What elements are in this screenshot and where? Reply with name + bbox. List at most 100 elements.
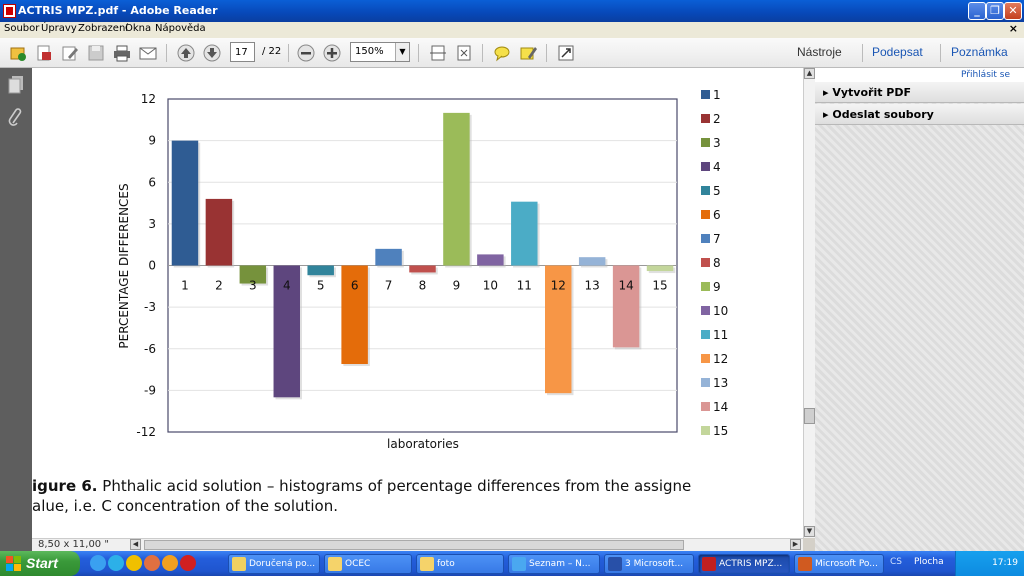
- start-button[interactable]: Start: [0, 551, 80, 576]
- sign-link[interactable]: Podepsat: [872, 45, 923, 59]
- sign-in-link[interactable]: Přihlásit se: [815, 68, 1024, 82]
- comment-icon[interactable]: [492, 43, 512, 63]
- bar-7: [375, 248, 402, 266]
- page-up-icon[interactable]: [176, 43, 196, 63]
- fit-width-icon[interactable]: [428, 43, 448, 63]
- ie-icon[interactable]: [90, 555, 106, 571]
- legend-swatch: [701, 186, 710, 195]
- tools-link[interactable]: Nástroje: [797, 45, 842, 59]
- y-tick-label: 12: [141, 92, 156, 106]
- legend-label: 5: [713, 184, 721, 198]
- legend-label: 6: [713, 208, 721, 222]
- quicklaunch-icon-4[interactable]: [144, 555, 160, 571]
- language-indicator[interactable]: CS: [890, 557, 902, 567]
- legend-swatch: [701, 114, 710, 123]
- zoom-in-icon[interactable]: [322, 43, 342, 63]
- task-seznam[interactable]: Seznam – N...: [508, 554, 600, 574]
- toolbar: [0, 38, 1024, 68]
- menu-napoveda[interactable]: Nápověda: [155, 23, 206, 34]
- legend-label: 4: [713, 160, 721, 174]
- x-tick-label: 13: [585, 279, 600, 293]
- scroll-down-icon[interactable]: ▼: [804, 526, 815, 537]
- scroll-left-icon[interactable]: ◀: [130, 539, 141, 550]
- legend-label: 9: [713, 280, 721, 294]
- y-tick-label: 6: [148, 175, 156, 189]
- highlight-icon[interactable]: [518, 43, 538, 63]
- y-tick-label: -12: [136, 425, 156, 439]
- minimize-button[interactable]: _: [968, 2, 986, 20]
- scroll-up-icon[interactable]: ▲: [804, 68, 815, 79]
- triangle-right-icon: ▸: [823, 108, 833, 121]
- scroll-right-icon[interactable]: ▶: [790, 539, 801, 550]
- powerpoint-icon: [798, 557, 812, 571]
- quicklaunch-icon-5[interactable]: [162, 555, 178, 571]
- create-pdf-panel[interactable]: ▸ Vytvořit PDF: [815, 82, 1024, 103]
- open-icon[interactable]: [8, 43, 28, 63]
- fit-page-icon[interactable]: [454, 43, 474, 63]
- vertical-scrollbar[interactable]: ▲ ▼: [803, 68, 815, 538]
- task-powerpoint[interactable]: Microsoft Po...: [794, 554, 884, 574]
- folder-icon: [328, 557, 342, 571]
- bar-15: [646, 265, 674, 272]
- desktop-toolbar[interactable]: Plocha: [914, 557, 944, 567]
- task-actris[interactable]: ACTRIS MPZ...: [698, 554, 790, 574]
- page-down-icon[interactable]: [202, 43, 222, 63]
- scroll-thumb[interactable]: [804, 408, 815, 424]
- menu-okna[interactable]: Okna: [125, 23, 151, 34]
- browser-icon: [512, 557, 526, 571]
- hscroll-thumb[interactable]: [144, 540, 684, 550]
- system-tray: 17:19: [955, 551, 1024, 576]
- document-close-icon[interactable]: ×: [1009, 22, 1018, 35]
- legend-swatch: [701, 138, 710, 147]
- legend-swatch: [701, 354, 710, 363]
- triangle-right-icon: ▸: [823, 86, 833, 99]
- legend-swatch: [701, 258, 710, 267]
- close-button[interactable]: ✕: [1004, 2, 1022, 20]
- pages-panel-icon[interactable]: [8, 76, 24, 94]
- legend-label: 8: [713, 256, 721, 270]
- task-word[interactable]: 3 Microsoft...: [604, 554, 694, 574]
- title-bar: ACTRIS MPZ.pdf - Adobe Reader _ ❐ ✕: [0, 0, 1024, 22]
- x-tick-label: 6: [351, 279, 359, 293]
- task-dorucena[interactable]: Doručená po...: [228, 554, 320, 574]
- horizontal-scrollbar[interactable]: ◀ ▶: [32, 538, 803, 551]
- quicklaunch-icon-3[interactable]: [126, 555, 142, 571]
- fullscreen-icon[interactable]: [556, 43, 576, 63]
- attachment-icon[interactable]: [8, 108, 24, 126]
- document-view[interactable]: 12 9 6 3 0 -3 -6 -9 -12 1 2 3 4 5 6 7 8 9 10 11 12 13 14 15 12…: [32, 68, 803, 538]
- create-pdf-icon[interactable]: [34, 43, 54, 63]
- pdf-icon: [702, 557, 716, 571]
- legend-label: 14: [713, 400, 728, 414]
- send-files-panel[interactable]: ▸ Odeslat soubory: [815, 104, 1024, 125]
- comment-link[interactable]: Poznámka: [951, 45, 1008, 59]
- quicklaunch-icon-2[interactable]: [108, 555, 124, 571]
- menu-upravy[interactable]: Úpravy: [41, 23, 77, 34]
- bar-8: [409, 265, 436, 273]
- restore-button[interactable]: ❐: [986, 2, 1004, 20]
- x-tick-label: 8: [419, 279, 427, 293]
- legend-label: 13: [713, 376, 728, 390]
- legend-swatch: [701, 378, 710, 387]
- legend-swatch: [701, 402, 710, 411]
- mail-icon: [232, 557, 246, 571]
- email-icon[interactable]: [138, 43, 158, 63]
- legend-label: 11: [713, 328, 728, 342]
- task-ocec[interactable]: OCEC: [324, 554, 412, 574]
- menu-soubor[interactable]: Soubor: [4, 23, 39, 34]
- save-icon[interactable]: [86, 43, 106, 63]
- chevron-down-icon[interactable]: ▼: [395, 43, 409, 61]
- quicklaunch-icon-6[interactable]: [180, 555, 196, 571]
- zoom-select[interactable]: 150% ▼: [350, 42, 410, 62]
- zoom-out-icon[interactable]: [296, 43, 316, 63]
- edit-icon[interactable]: [60, 43, 80, 63]
- bar-9: [443, 112, 470, 266]
- legend-label: 10: [713, 304, 728, 318]
- task-foto[interactable]: foto: [416, 554, 504, 574]
- page-number-input[interactable]: [230, 42, 255, 62]
- word-icon: [608, 557, 622, 571]
- x-tick-label: 5: [317, 279, 325, 293]
- clock[interactable]: 17:19: [992, 558, 1018, 568]
- menu-zobrazeni[interactable]: Zobrazení: [78, 23, 128, 34]
- zoom-value: 150%: [355, 46, 384, 57]
- print-icon[interactable]: [112, 43, 132, 63]
